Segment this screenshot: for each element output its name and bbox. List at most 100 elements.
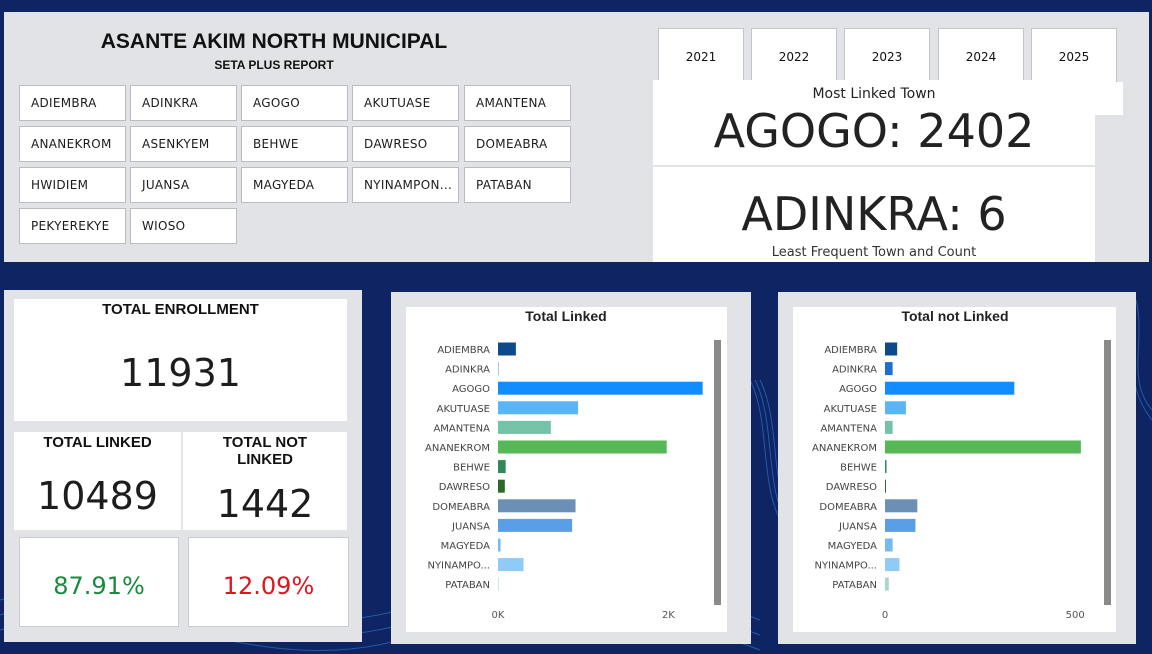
bar[interactable]	[498, 518, 573, 532]
bar[interactable]	[885, 342, 898, 356]
bar[interactable]	[498, 460, 506, 474]
most-linked-value: AGOGO: 2402	[713, 104, 1035, 158]
total-not-linked-chart: Total not Linked ADIEMBRA ADINKRA AGOGO AKU…	[812, 308, 1111, 621]
category-label: DAWRESO	[826, 482, 877, 493]
category-label: AKUTUASE	[437, 404, 490, 415]
category-label: AMANTENA	[820, 423, 877, 434]
category-label: ADINKRA	[832, 365, 877, 376]
bar[interactable]	[498, 381, 703, 395]
category-label: PATABAN	[445, 580, 490, 591]
bar[interactable]	[498, 342, 516, 356]
least-linked-value: ADINKRA: 6	[741, 187, 1007, 241]
page-title: ASANTE AKIM NORTH MUNICIPAL	[100, 30, 448, 53]
bar[interactable]	[885, 440, 1081, 454]
bar[interactable]	[498, 577, 499, 591]
bar[interactable]	[885, 499, 918, 513]
town-slicer-magyeda[interactable]: MAGYEDA	[241, 167, 348, 203]
bar[interactable]	[498, 401, 579, 415]
year-slicer-2025[interactable]: 2025	[1031, 28, 1117, 86]
year-slicer-2021[interactable]: 2021	[658, 28, 744, 86]
category-label: JUANSA	[451, 521, 490, 532]
most-linked-label: Most Linked Town	[812, 86, 936, 102]
town-slicer-nyinampon[interactable]: NYINAMPON...	[352, 167, 459, 203]
bar[interactable]	[498, 362, 499, 376]
category-label: AGOGO	[839, 384, 877, 395]
category-label: AMANTENA	[433, 423, 490, 434]
town-slicer-ananekrom[interactable]: ANANEKROM	[19, 126, 126, 162]
total-not-linked-card: TOTAL NOT LINKED 1442	[183, 432, 347, 530]
town-slicer-hwidiem[interactable]: HWIDIEM	[19, 167, 126, 203]
bar[interactable]	[498, 499, 576, 513]
year-slicer-2023[interactable]: 2023	[844, 28, 930, 86]
town-slicer-akutuase[interactable]: AKUTUASE	[352, 85, 459, 121]
page-subtitle: SETA PLUS REPORT	[214, 58, 334, 72]
bar[interactable]	[885, 362, 893, 376]
bar[interactable]	[498, 420, 551, 434]
category-label: ADIEMBRA	[437, 345, 490, 356]
x-tick-label: 500	[1066, 610, 1085, 621]
bar[interactable]	[498, 440, 667, 454]
category-label: JUANSA	[838, 521, 877, 532]
total-not-linked-chart-card: Total not Linked ADIEMBRA ADINKRA AGOGO AKU…	[793, 307, 1116, 632]
total-enrollment-label: TOTAL ENROLLMENT	[102, 301, 259, 318]
town-slicer-wioso[interactable]: WIOSO	[130, 208, 237, 244]
bar[interactable]	[885, 577, 889, 591]
most-linked-card: Most Linked Town AGOGO: 2402	[653, 80, 1095, 165]
chart-scrollbar[interactable]	[714, 340, 721, 605]
town-slicer-pataban[interactable]: PATABAN	[464, 167, 571, 203]
category-label: AKUTUASE	[824, 404, 877, 415]
card-edge	[1095, 82, 1123, 115]
bar[interactable]	[885, 401, 906, 415]
town-slicer-adinkra[interactable]: ADINKRA	[130, 85, 237, 121]
bar[interactable]	[885, 518, 916, 532]
category-label: ADINKRA	[445, 365, 490, 376]
category-label: NYINAMPO...	[814, 561, 877, 572]
linked-percent-value: 87.91%	[53, 572, 145, 600]
category-label: ADIEMBRA	[824, 345, 877, 356]
chart-scrollbar[interactable]	[1104, 340, 1111, 605]
total-linked-card: TOTAL LINKED 10489	[14, 432, 181, 530]
bar[interactable]	[885, 420, 893, 434]
town-slicer-pekyerekye[interactable]: PEKYEREKYE	[19, 208, 126, 244]
total-linked-chart-panel: Total Linked ADIEMBRA ADINKRA AGOGO AKUTUAS…	[391, 292, 751, 644]
category-label: AGOGO	[452, 384, 490, 395]
total-linked-chart: Total Linked ADIEMBRA ADINKRA AGOGO AKUTUAS…	[425, 308, 721, 621]
total-linked-value: 10489	[37, 474, 158, 518]
year-slicer-2024[interactable]: 2024	[938, 28, 1024, 86]
year-slicer-2022[interactable]: 2022	[751, 28, 837, 86]
bar[interactable]	[498, 558, 524, 572]
bar[interactable]	[885, 479, 886, 493]
category-label: MAGYEDA	[828, 541, 877, 552]
category-label: NYINAMPO...	[427, 561, 490, 572]
category-label: ANANEKROM	[812, 443, 877, 454]
town-slicer-juansa[interactable]: JUANSA	[130, 167, 237, 203]
category-label: DOMEABRA	[819, 502, 877, 513]
x-tick-label: 0K	[492, 610, 505, 621]
total-linked-label: TOTAL LINKED	[43, 434, 152, 451]
town-slicer-domeabra[interactable]: DOMEABRA	[464, 126, 571, 162]
category-label: MAGYEDA	[441, 541, 490, 552]
town-slicer-amantena[interactable]: AMANTENA	[464, 85, 571, 121]
town-slicer-behwe[interactable]: BEHWE	[241, 126, 348, 162]
category-label: BEHWE	[453, 463, 490, 474]
bar[interactable]	[885, 538, 893, 552]
category-label: DOMEABRA	[432, 502, 490, 513]
bar[interactable]	[498, 538, 501, 552]
bar[interactable]	[885, 558, 900, 572]
town-slicer-asenkyem[interactable]: ASENKYEM	[130, 126, 237, 162]
total-linked-chart-card: Total Linked ADIEMBRA ADINKRA AGOGO AKUTUAS…	[406, 307, 727, 632]
chart-title: Total Linked	[525, 308, 606, 324]
not-linked-percent-card: 12.09%	[188, 537, 349, 627]
category-label: BEHWE	[840, 463, 877, 474]
town-slicer-dawreso[interactable]: DAWRESO	[352, 126, 459, 162]
x-tick-label: 2K	[662, 610, 675, 621]
not-linked-percent-value: 12.09%	[222, 572, 315, 600]
town-slicer-agogo[interactable]: AGOGO	[241, 85, 348, 121]
town-slicer-adiembra[interactable]: ADIEMBRA	[19, 85, 126, 121]
bar[interactable]	[885, 460, 887, 474]
category-label: PATABAN	[832, 580, 877, 591]
total-not-linked-value: 1442	[216, 482, 314, 526]
bar[interactable]	[885, 381, 1015, 395]
linked-percent-card: 87.91%	[19, 537, 179, 627]
bar[interactable]	[498, 479, 505, 493]
